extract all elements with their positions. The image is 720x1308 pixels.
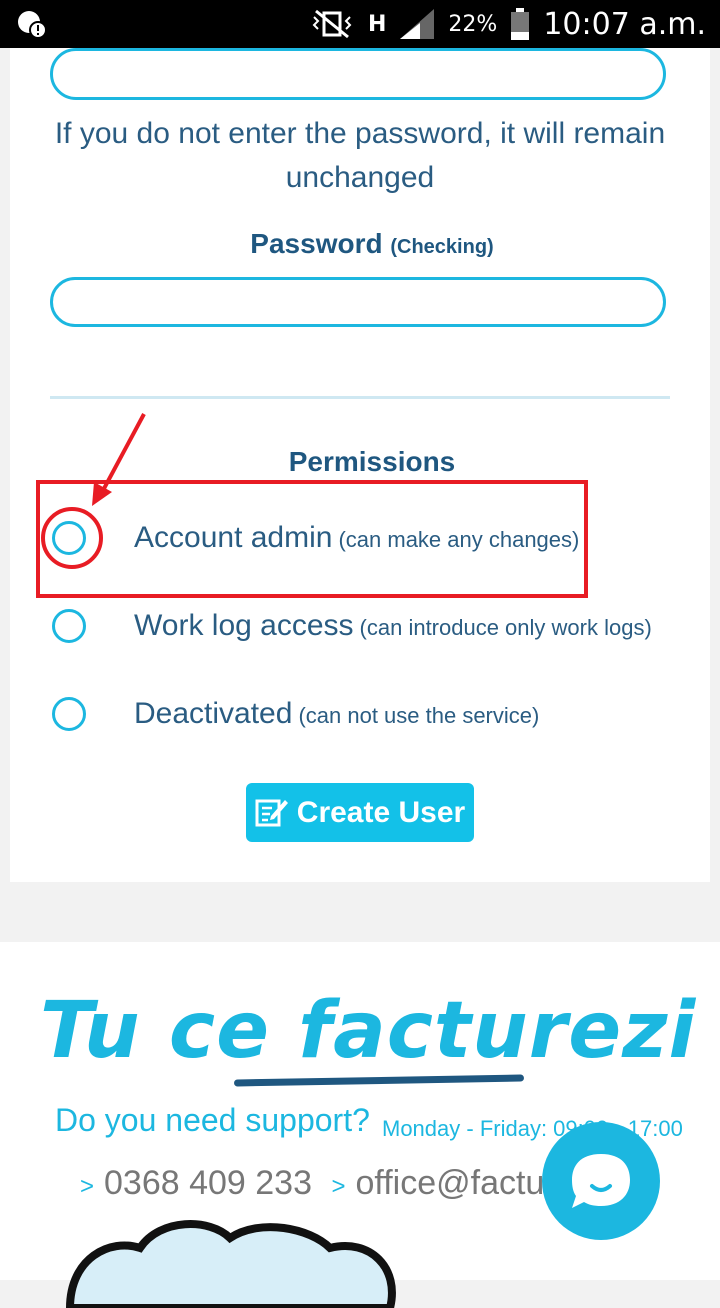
edit-icon xyxy=(255,799,288,826)
password-check-sub: (Checking) xyxy=(390,236,494,258)
mascot-illustration xyxy=(65,1220,396,1308)
password-note: If you do not enter the password, it wil… xyxy=(54,117,666,194)
create-user-label: Create User xyxy=(296,795,466,829)
option-label: Work log access (can introduce only work … xyxy=(134,609,652,642)
notification-icon xyxy=(18,11,47,39)
status-bar: H 22% 10:07 a.m. xyxy=(0,0,720,48)
divider xyxy=(50,396,670,399)
password-check-label: Password (Checking) xyxy=(250,228,494,259)
support-text: Do you need support? xyxy=(55,1102,370,1138)
clock: 10:07 a.m. xyxy=(543,6,706,42)
brand-logo: Tu ce facturezi azi ? xyxy=(40,986,720,1076)
password-check-input[interactable] xyxy=(50,277,666,327)
annotation-circle xyxy=(41,507,103,569)
brand-underline xyxy=(233,1074,525,1087)
radio-button[interactable] xyxy=(52,609,86,643)
chat-button[interactable] xyxy=(542,1122,660,1240)
phone-link[interactable]: 0368 409 233 xyxy=(104,1164,312,1202)
battery-icon xyxy=(511,8,530,40)
vibrate-mute-icon xyxy=(312,9,352,39)
annotation-arrow-icon xyxy=(92,413,146,506)
password-input[interactable] xyxy=(50,48,666,100)
option-label: Deactivated (can not use the service) xyxy=(134,697,540,730)
chevron-right-icon: > xyxy=(331,1173,346,1200)
battery-percent: 22% xyxy=(448,11,498,37)
signal-icon xyxy=(400,9,435,39)
network-type: H xyxy=(368,11,387,37)
chevron-right-icon: > xyxy=(80,1173,95,1200)
chat-bubble-icon xyxy=(572,1154,630,1208)
permission-option-work-log[interactable]: Work log access (can introduce only work … xyxy=(52,604,692,648)
permission-option-deactivated[interactable]: Deactivated (can not use the service) xyxy=(52,692,692,736)
create-user-button[interactable]: Create User xyxy=(246,783,474,842)
radio-button[interactable] xyxy=(52,697,86,731)
